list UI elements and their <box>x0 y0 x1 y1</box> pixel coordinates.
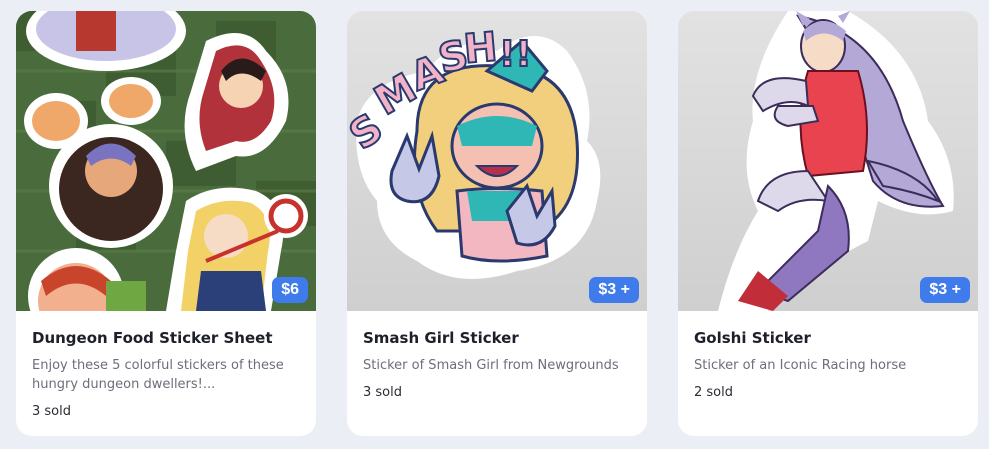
svg-text:H: H <box>462 24 499 73</box>
product-description: Sticker of Smash Girl from Newgrounds <box>363 358 619 373</box>
smash-girl-image: S M A S H !! <box>347 11 647 311</box>
sticker-sheet-image <box>16 11 316 311</box>
sold-count: 2 sold <box>694 385 733 400</box>
product-image[interactable]: S M A S H !! $3 + <box>347 11 647 311</box>
sold-count: 3 sold <box>32 404 71 419</box>
product-card[interactable]: $6 Dungeon Food Sticker Sheet Enjoy thes… <box>16 11 316 436</box>
product-image[interactable]: $6 <box>16 11 316 311</box>
product-title[interactable]: Golshi Sticker <box>694 328 962 348</box>
product-description: Enjoy these 5 colorful stickers of these… <box>32 358 284 392</box>
price-badge: $3 + <box>920 277 970 303</box>
product-card[interactable]: $3 + Golshi Sticker Sticker of an Iconic… <box>678 11 978 436</box>
product-grid: $6 Dungeon Food Sticker Sheet Enjoy thes… <box>0 0 989 449</box>
svg-text:!!: !! <box>499 34 532 75</box>
product-title[interactable]: Dungeon Food Sticker Sheet <box>32 328 300 348</box>
product-description: Sticker of an Iconic Racing horse <box>694 358 907 373</box>
product-card[interactable]: S M A S H !! $3 + Smash Girl Sticker Sti… <box>347 11 647 436</box>
price-badge: $6 <box>272 277 308 303</box>
price-badge: $3 + <box>589 277 639 303</box>
golshi-image <box>678 11 978 311</box>
sold-count: 3 sold <box>363 385 402 400</box>
product-title[interactable]: Smash Girl Sticker <box>363 328 631 348</box>
product-image[interactable]: $3 + <box>678 11 978 311</box>
